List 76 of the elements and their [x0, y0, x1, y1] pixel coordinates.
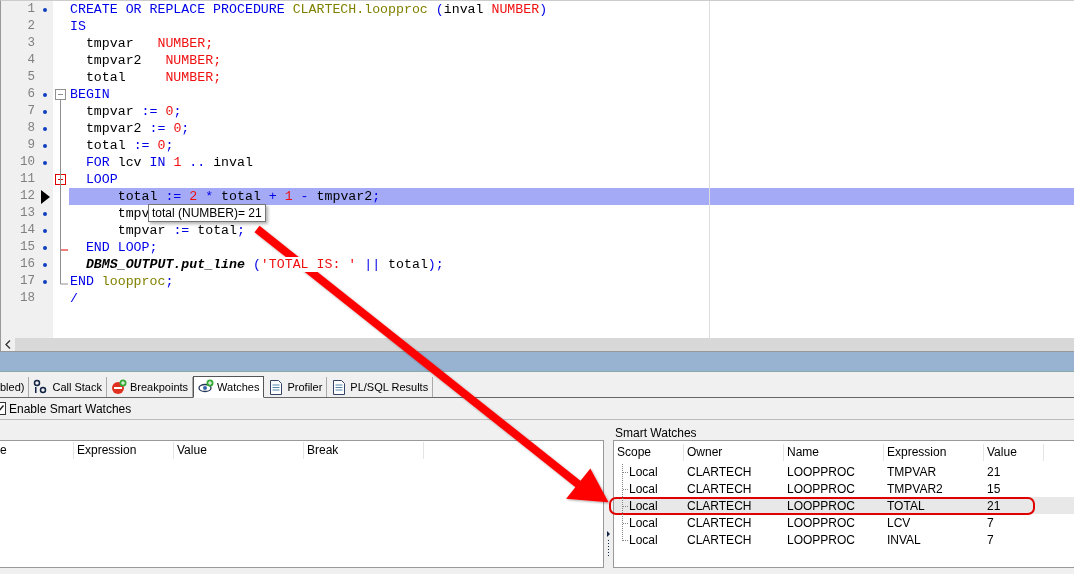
table-cell-text: LCV: [886, 514, 912, 532]
line-number: 18: [19, 290, 35, 308]
column-header[interactable]: Expression: [74, 442, 174, 459]
panel-tab[interactable]: PL/SQL Results: [327, 377, 434, 397]
table-cell-text: 21: [986, 463, 1002, 481]
line-number: 9: [26, 137, 35, 155]
splitter-handle-icon[interactable]: [605, 529, 612, 559]
fold-guide[interactable]: [53, 174, 69, 252]
panel-title: Smart Watches: [614, 427, 698, 440]
table-cell-text: Local: [628, 463, 659, 481]
table-cell-text: LOOPPROC: [786, 480, 856, 498]
code-line: CREATE OR REPLACE PROCEDURE CLARTECH.loopproc (inval NUMBER): [69, 1, 548, 18]
line-number: 17: [19, 273, 35, 291]
code-line: FOR lcv IN 1 .. inval: [69, 154, 253, 171]
column-header[interactable]: e: [0, 442, 74, 459]
table-cell-text: CLARTECH: [686, 531, 753, 549]
table-cell-text: LOOPPROC: [786, 531, 856, 549]
watch-row[interactable]: Local CLARTECH LOOPPROC TMPVAR 21: [614, 463, 1074, 480]
table-cell-text: CLARTECH: [686, 480, 753, 498]
panel-tab[interactable]: bled): [0, 377, 30, 397]
table-cell-text: LOOPPROC: [786, 514, 856, 532]
table-cell-text: Local: [628, 480, 659, 498]
eye-icon: [198, 379, 215, 395]
table-cell-text: 15: [986, 480, 1002, 498]
column-header[interactable]: Value: [984, 443, 1044, 461]
line-number: 15: [19, 239, 35, 257]
line-number: 16: [19, 256, 35, 274]
table-cell-text: CLARTECH: [686, 497, 753, 515]
column-header[interactable]: Value: [174, 442, 304, 459]
table-cell-text: CLARTECH: [686, 514, 753, 532]
scroll-left-icon[interactable]: [5, 340, 11, 350]
document-icon: [331, 379, 348, 395]
table-cell-text: Local: [628, 497, 659, 515]
table-cell-text: INVAL: [886, 531, 922, 549]
line-number: 2: [26, 18, 35, 36]
line-number: 5: [26, 69, 35, 87]
code-line: END loopproc;: [69, 273, 174, 290]
line-number: 1: [26, 1, 35, 19]
line-number: 3: [26, 35, 35, 53]
watch-row[interactable]: Local CLARTECH LOOPPROC INVAL 7: [614, 531, 1074, 548]
panel-tab[interactable]: Call Stack: [29, 377, 107, 397]
line-number: 11: [19, 171, 35, 189]
column-header[interactable]: Break: [304, 442, 424, 459]
table-cell-text: LOOPPROC: [786, 463, 856, 481]
line-number: 10: [19, 154, 35, 172]
column-header[interactable]: Name: [784, 443, 884, 461]
line-number: 14: [19, 222, 35, 240]
checkbox-label: Enable Smart Watches: [9, 400, 132, 418]
line-number: 8: [26, 120, 35, 138]
document-icon: [268, 379, 285, 395]
table-cell-text: TMPVAR2: [886, 480, 944, 498]
stop-sign-icon: [111, 379, 127, 395]
table-cell-text: 7: [986, 514, 995, 532]
table-cell-text: 7: [986, 531, 995, 549]
line-number: 4: [26, 52, 35, 70]
value-tooltip: total (NUMBER)= 21: [148, 204, 266, 222]
table-cell-text: TMPVAR: [886, 463, 938, 481]
column-header[interactable]: Expression: [884, 443, 984, 461]
fold-guide[interactable]: [53, 89, 69, 286]
column-header[interactable]: Owner: [684, 443, 784, 461]
panel-tab[interactable]: Watches: [193, 376, 265, 398]
table-cell-text: 21: [986, 497, 1002, 515]
panel-tab[interactable]: Profiler: [264, 377, 328, 397]
table-cell-text: Local: [628, 531, 659, 549]
line-number: 7: [26, 103, 35, 121]
column-header[interactable]: Scope: [614, 443, 684, 461]
watch-row[interactable]: Local CLARTECH LOOPPROC TMPVAR2 15: [614, 480, 1074, 497]
table-cell-text: LOOPPROC: [786, 497, 856, 515]
line-number: 13: [19, 205, 35, 223]
table-cell-text: TOTAL: [886, 497, 926, 515]
line-number: 6: [26, 86, 35, 104]
line-number: 12: [19, 188, 35, 206]
table-cell-text: Local: [628, 514, 659, 532]
code-line: DBMS_OUTPUT.put_line ('TOTAL IS: ' || total);: [69, 256, 444, 273]
watch-row[interactable]: Local CLARTECH LOOPPROC LCV 7: [614, 514, 1074, 531]
table-cell-text: CLARTECH: [686, 463, 753, 481]
